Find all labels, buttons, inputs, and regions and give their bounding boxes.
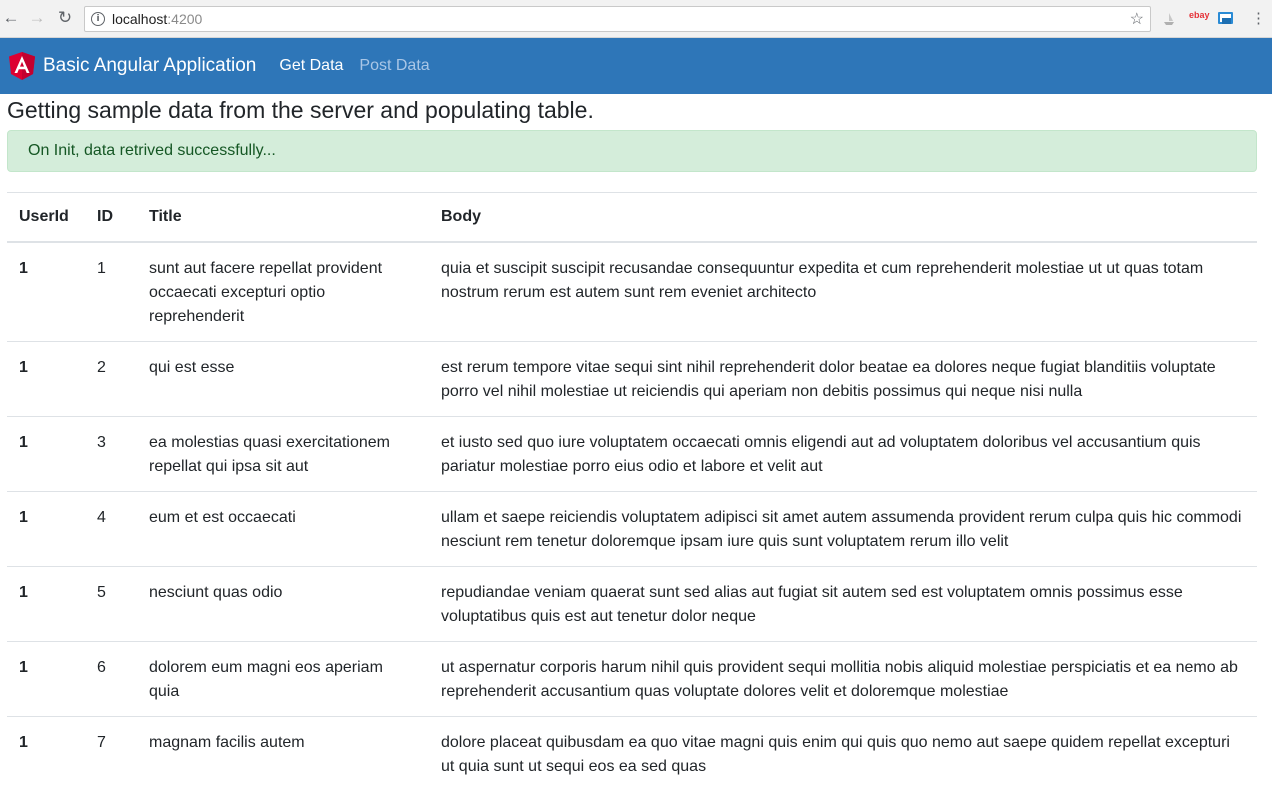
- cell-id: 7: [85, 717, 137, 791]
- cell-id: 1: [85, 242, 137, 342]
- extension-ebay-icon[interactable]: ebay: [1189, 10, 1210, 20]
- brand-title[interactable]: Basic Angular Application: [43, 55, 256, 77]
- bookmark-star-icon[interactable]: ☆: [1130, 9, 1144, 29]
- reload-button[interactable]: ↻: [54, 8, 76, 28]
- cell-title: eum et est occaecati: [137, 492, 429, 567]
- table-row: 1 3 ea molestias quasi exercitationem re…: [7, 417, 1257, 492]
- forward-button[interactable]: →: [26, 8, 48, 28]
- info-icon[interactable]: i: [91, 12, 105, 26]
- table-row: 1 4 eum et est occaecati ullam et saepe …: [7, 492, 1257, 567]
- cell-body: dolore placeat quibusdam ea quo vitae ma…: [429, 717, 1257, 791]
- column-header-id: ID: [85, 193, 137, 243]
- posts-table: UserId ID Title Body 1 1 sunt aut facere…: [7, 192, 1257, 791]
- menu-kebab-icon[interactable]: ⋮: [1251, 9, 1266, 27]
- browser-toolbar: ← → ↻ i localhost:4200 ☆ ebay ⋮: [0, 0, 1272, 38]
- cell-userid: 1: [7, 567, 85, 642]
- cell-id: 4: [85, 492, 137, 567]
- cell-body: repudiandae veniam quaerat sunt sed alia…: [429, 567, 1257, 642]
- cell-title: dolorem eum magni eos aperiam quia: [137, 642, 429, 717]
- back-button[interactable]: ←: [0, 8, 22, 28]
- cell-id: 3: [85, 417, 137, 492]
- cell-title: nesciunt quas odio: [137, 567, 429, 642]
- cell-id: 5: [85, 567, 137, 642]
- table-header-row: UserId ID Title Body: [7, 193, 1257, 243]
- cell-userid: 1: [7, 492, 85, 567]
- table-row: 1 7 magnam facilis autem dolore placeat …: [7, 717, 1257, 791]
- cell-id: 6: [85, 642, 137, 717]
- page-heading: Getting sample data from the server and …: [7, 94, 1257, 124]
- top-navbar: Basic Angular Application Get Data Post …: [0, 38, 1272, 94]
- table-row: 1 5 nesciunt quas odio repudiandae venia…: [7, 567, 1257, 642]
- column-header-title: Title: [137, 193, 429, 243]
- cell-body: ut aspernatur corporis harum nihil quis …: [429, 642, 1257, 717]
- success-alert: On Init, data retrived successfully...: [7, 130, 1257, 172]
- cell-body: est rerum tempore vitae sequi sint nihil…: [429, 342, 1257, 417]
- cell-title: ea molestias quasi exercitationem repell…: [137, 417, 429, 492]
- nav-link-get-data[interactable]: Get Data: [279, 57, 343, 75]
- cell-userid: 1: [7, 717, 85, 791]
- nav-link-post-data[interactable]: Post Data: [359, 57, 429, 75]
- url-port: :4200: [167, 11, 202, 27]
- cell-title: sunt aut facere repellat provident occae…: [137, 242, 429, 342]
- cell-id: 2: [85, 342, 137, 417]
- table-row: 1 6 dolorem eum magni eos aperiam quia u…: [7, 642, 1257, 717]
- url-host: localhost: [112, 11, 167, 27]
- cell-title: qui est esse: [137, 342, 429, 417]
- extension-screenshot-icon[interactable]: [1217, 11, 1234, 27]
- address-bar[interactable]: i localhost:4200 ☆: [84, 6, 1151, 32]
- table-row: 1 1 sunt aut facere repellat provident o…: [7, 242, 1257, 342]
- cell-body: et iusto sed quo iure voluptatem occaeca…: [429, 417, 1257, 492]
- cell-title: magnam facilis autem: [137, 717, 429, 791]
- table-row: 1 2 qui est esse est rerum tempore vitae…: [7, 342, 1257, 417]
- cell-userid: 1: [7, 342, 85, 417]
- column-header-userid: UserId: [7, 193, 85, 243]
- angular-logo-icon: [8, 51, 36, 81]
- cell-userid: 1: [7, 417, 85, 492]
- cell-userid: 1: [7, 242, 85, 342]
- cell-userid: 1: [7, 642, 85, 717]
- cell-body: quia et suscipit suscipit recusandae con…: [429, 242, 1257, 342]
- column-header-body: Body: [429, 193, 1257, 243]
- cell-body: ullam et saepe reiciendis voluptatem adi…: [429, 492, 1257, 567]
- main-content: Getting sample data from the server and …: [0, 94, 1272, 791]
- extension-ship-icon[interactable]: [1162, 12, 1176, 26]
